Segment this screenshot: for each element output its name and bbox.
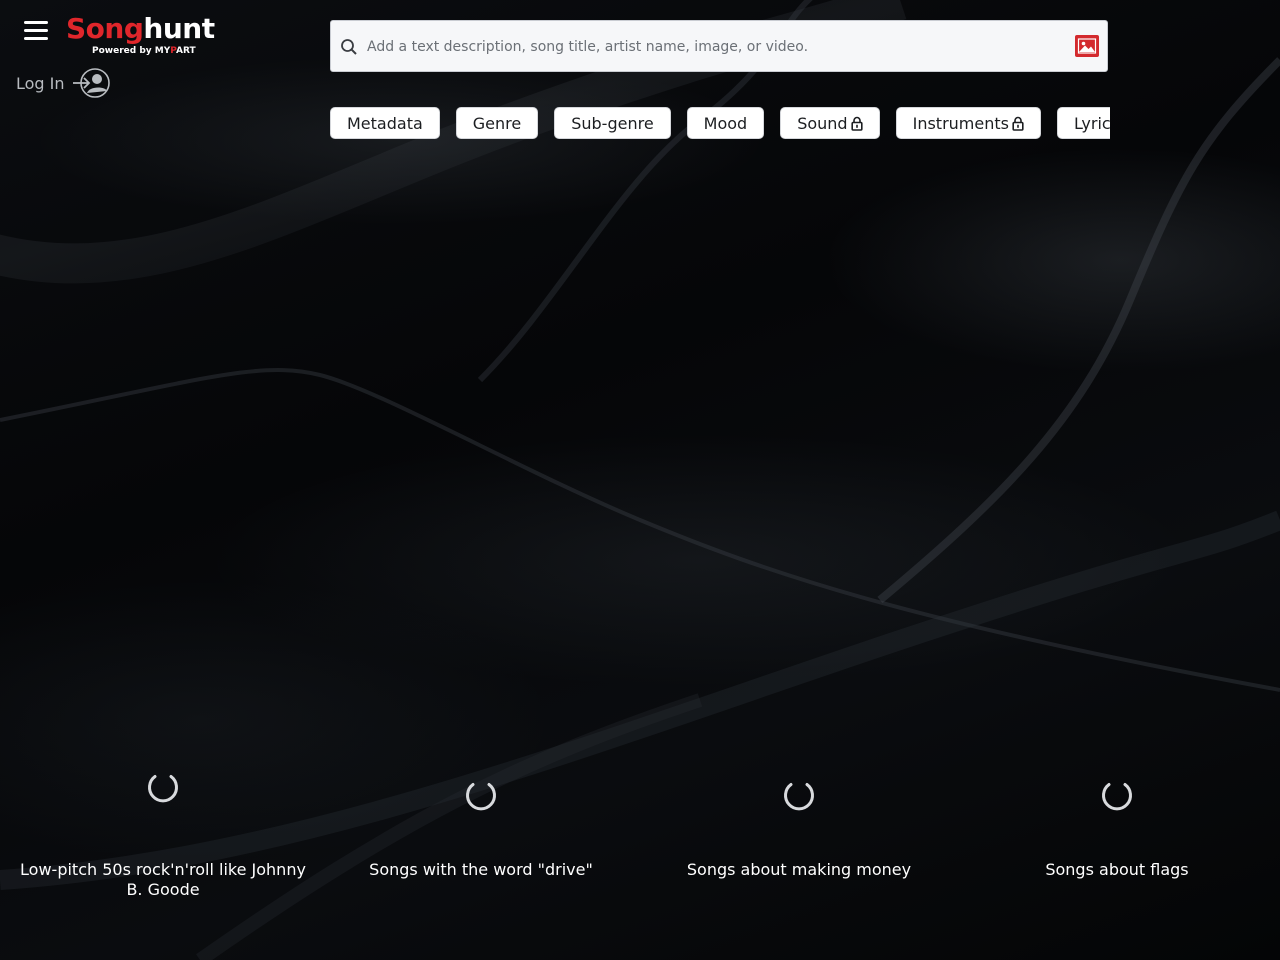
suggestion-text: Songs about flags: [1045, 860, 1189, 879]
filter-button-sub-genre[interactable]: Sub-genre: [554, 107, 671, 139]
filter-button-label: Sound: [797, 113, 848, 133]
hamburger-menu-button[interactable]: [22, 18, 50, 42]
suggestion-list: Low-pitch 50s rock'n'roll like Johnny B.…: [0, 770, 1280, 920]
filter-button-genre[interactable]: Genre: [455, 107, 539, 139]
filter-button-label: Metadata: [347, 113, 423, 133]
loading-spinner-icon: [148, 775, 178, 803]
suggestion-card[interactable]: Songs about making money: [649, 770, 949, 879]
suggestion-text: Songs about making money: [686, 860, 912, 879]
brand-text-a: MY: [154, 46, 171, 56]
powered-by-text: Powered by: [92, 46, 152, 56]
login-label: Log In: [16, 73, 65, 93]
lock-icon: [850, 116, 863, 131]
hamburger-bar: [24, 37, 48, 40]
filter-button-label: Mood: [703, 113, 748, 133]
filter-button-label: Genre: [472, 113, 522, 133]
loading-spinner-icon: [1102, 783, 1132, 811]
brand-text-b: ART: [176, 46, 196, 56]
filter-button-lyrics[interactable]: Lyrics: [1056, 107, 1110, 139]
suggestion-card[interactable]: Low-pitch 50s rock'n'roll like Johnny B.…: [13, 770, 313, 899]
suggestion-text: Low-pitch 50s rock'n'roll like Johnny B.…: [20, 860, 306, 899]
suggestion-card[interactable]: Songs about flags: [967, 770, 1267, 879]
hamburger-bar: [24, 21, 48, 24]
loading-spinner-icon: [784, 783, 814, 811]
filter-button-metadata[interactable]: Metadata: [330, 107, 440, 139]
logo-powered-by: Powered by MYPART: [92, 46, 196, 56]
filter-button-mood[interactable]: Mood: [686, 107, 765, 139]
logo-song-text: Song: [66, 12, 144, 45]
filter-tabs-scroller[interactable]: Metadata Genre Sub-genre Mood Sound Instrumen…: [330, 107, 1110, 143]
lock-icon: [1012, 116, 1024, 131]
search-icon: [341, 39, 357, 55]
loading-spinner-icon: [466, 783, 496, 811]
logo-wordmark: Songhunt: [66, 12, 215, 46]
search-bar: [330, 20, 1108, 72]
filter-tabs: Metadata Genre Sub-genre Mood Sound Instrumen…: [330, 107, 1110, 139]
filter-button-instruments[interactable]: Instruments: [895, 107, 1041, 139]
login-button[interactable]: Log In: [16, 68, 113, 98]
suggestion-text: Songs with the word "drive": [369, 860, 593, 879]
filter-button-label: Lyrics: [1073, 113, 1110, 133]
songhunt-logo[interactable]: Songhunt Powered by MYPART: [66, 12, 226, 62]
filter-button-label: Instruments: [912, 113, 1009, 133]
filter-button-sound[interactable]: Sound: [780, 107, 880, 139]
suggestion-card[interactable]: Songs with the word "drive": [331, 770, 631, 879]
filter-button-label: Sub-genre: [571, 113, 654, 133]
user-login-icon: [72, 68, 110, 98]
search-input[interactable]: [365, 31, 1069, 63]
logo-hunt-text: hunt: [143, 12, 215, 45]
image-upload-button[interactable]: [1075, 35, 1099, 57]
hamburger-bar: [24, 29, 48, 32]
image-upload-icon: [1077, 38, 1097, 54]
